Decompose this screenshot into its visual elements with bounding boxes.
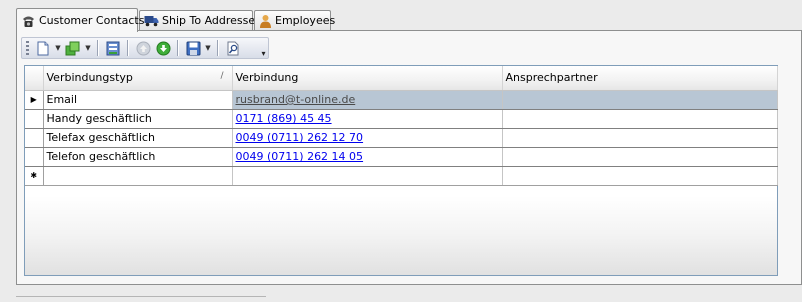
save-dropdown-arrow[interactable]: ▼ bbox=[204, 39, 212, 57]
new-row-indicator-icon[interactable]: ✱ bbox=[25, 166, 44, 186]
table-row[interactable]: ▶ Email rusbrand@t-online.de bbox=[25, 90, 778, 110]
cell-verbindungstyp[interactable]: Email bbox=[43, 90, 233, 110]
column-header-label: Ansprechpartner bbox=[505, 71, 598, 85]
column-header-verbindungstyp[interactable]: Verbindungstyp / bbox=[43, 66, 233, 91]
add-dropdown-arrow[interactable]: ▼ bbox=[84, 39, 92, 57]
column-header-verbindung[interactable]: Verbindung bbox=[232, 66, 503, 91]
tab-label: Customer Contacts bbox=[39, 14, 145, 27]
connection-link[interactable]: 0049 (0711) 262 12 70 bbox=[236, 131, 364, 144]
cell-ansprechpartner[interactable] bbox=[502, 90, 778, 110]
row-selector[interactable] bbox=[25, 147, 44, 167]
connection-link[interactable]: 0171 (869) 45 45 bbox=[236, 112, 332, 125]
table-row[interactable]: Handy geschäftlich 0171 (869) 45 45 bbox=[25, 109, 778, 129]
column-header-label: Verbindungstyp bbox=[46, 71, 133, 85]
cell-verbindungstyp[interactable]: Telefon geschäftlich bbox=[43, 147, 233, 167]
person-icon bbox=[259, 13, 272, 28]
connection-link[interactable]: rusbrand@t-online.de bbox=[236, 93, 356, 106]
cell-verbindungstyp[interactable] bbox=[43, 166, 233, 186]
contacts-grid: Verbindungstyp / Verbindung Ansprechpart… bbox=[24, 65, 778, 276]
row-selector-header[interactable] bbox=[25, 66, 44, 91]
new-row[interactable]: ✱ bbox=[25, 166, 778, 186]
tab-ship-to-addresses[interactable]: Ship To Addresses bbox=[139, 10, 261, 30]
tab-customer-contacts[interactable]: Customer Contacts bbox=[16, 8, 144, 32]
tab-employees[interactable]: Employees bbox=[254, 10, 335, 30]
toolbar-separator bbox=[127, 40, 129, 56]
truck-icon bbox=[144, 13, 159, 28]
cell-ansprechpartner[interactable] bbox=[502, 147, 778, 167]
tab-label: Ship To Addresses bbox=[162, 14, 261, 27]
grid-empty-area bbox=[25, 196, 777, 275]
cell-verbindung[interactable]: 0171 (869) 45 45 bbox=[232, 109, 503, 129]
toolbar-separator bbox=[177, 40, 179, 56]
cell-verbindungstyp[interactable]: Handy geschäftlich bbox=[43, 109, 233, 129]
sort-indicator-icon: / bbox=[220, 71, 224, 81]
new-dropdown-arrow[interactable]: ▼ bbox=[54, 39, 62, 57]
floppy-save-icon[interactable] bbox=[184, 39, 202, 57]
connection-link[interactable]: 0049 (0711) 262 14 05 bbox=[236, 150, 364, 163]
navigate-up-icon[interactable] bbox=[134, 39, 152, 57]
cell-verbindung[interactable]: rusbrand@t-online.de bbox=[232, 90, 503, 110]
table-row[interactable]: Telefon geschäftlich 0049 (0711) 262 14 … bbox=[25, 147, 778, 167]
toolbar-separator bbox=[217, 40, 219, 56]
cell-verbindungstyp[interactable]: Telefax geschäftlich bbox=[43, 128, 233, 148]
navigate-down-icon[interactable] bbox=[154, 39, 172, 57]
cell-ansprechpartner[interactable] bbox=[502, 166, 778, 186]
current-row-indicator-icon[interactable]: ▶ bbox=[25, 90, 44, 110]
table-row[interactable]: Telefax geschäftlich 0049 (0711) 262 12 … bbox=[25, 128, 778, 148]
find-icon[interactable] bbox=[224, 39, 242, 57]
row-selector[interactable] bbox=[25, 109, 44, 129]
cell-ansprechpartner[interactable] bbox=[502, 109, 778, 129]
column-header-ansprechpartner[interactable]: Ansprechpartner bbox=[502, 66, 778, 91]
grid-toolbar: ▼ ▼ ▼ ▾ bbox=[21, 37, 269, 59]
cell-ansprechpartner[interactable] bbox=[502, 128, 778, 148]
cell-verbindung[interactable] bbox=[232, 166, 503, 186]
toolbar-separator bbox=[97, 40, 99, 56]
cell-verbindung[interactable]: 0049 (0711) 262 12 70 bbox=[232, 128, 503, 148]
grid-header-row: Verbindungstyp / Verbindung Ansprechpart… bbox=[25, 66, 778, 91]
toolbar-grip[interactable] bbox=[26, 41, 29, 55]
telephone-icon bbox=[21, 13, 36, 28]
save-records-icon[interactable] bbox=[104, 39, 122, 57]
cell-verbindung[interactable]: 0049 (0711) 262 14 05 bbox=[232, 147, 503, 167]
new-document-icon[interactable] bbox=[34, 39, 52, 57]
add-green-icon[interactable] bbox=[64, 39, 82, 57]
toolbar-overflow-button[interactable]: ▾ bbox=[259, 38, 268, 58]
column-header-label: Verbindung bbox=[235, 71, 299, 85]
divider bbox=[16, 296, 266, 297]
row-selector[interactable] bbox=[25, 128, 44, 148]
tab-label: Employees bbox=[275, 14, 336, 27]
